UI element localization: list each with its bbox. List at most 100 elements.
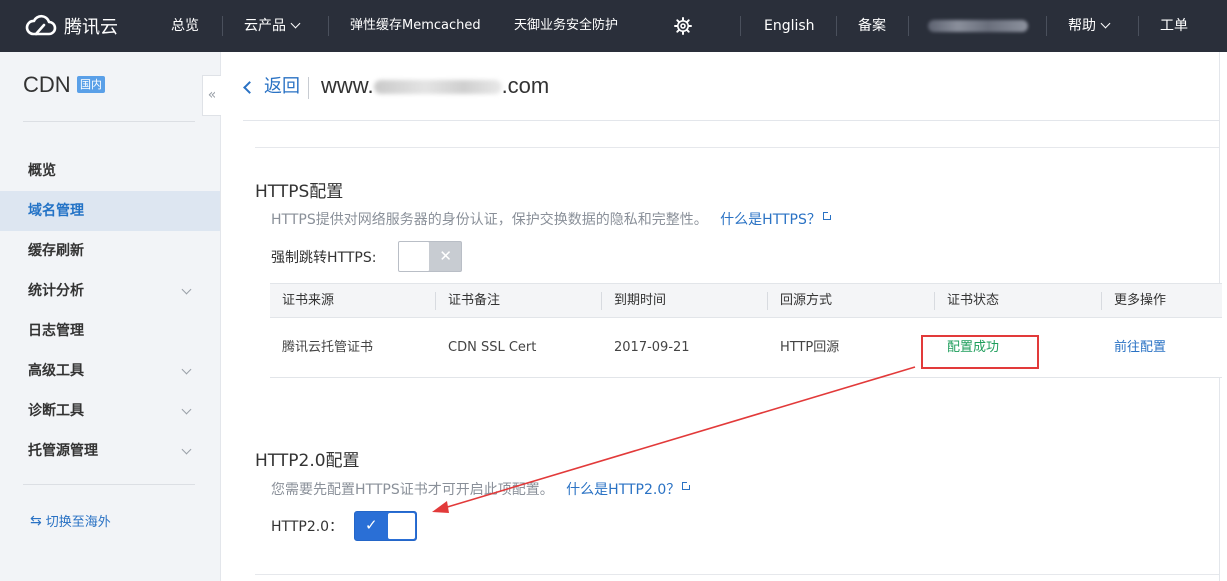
table-row: 腾讯云托管证书 CDN SSL Cert 2017-09-21 HTTP回源 配… bbox=[270, 318, 1222, 378]
column-header: 证书来源 bbox=[282, 293, 335, 308]
region-badge: 国内 bbox=[77, 76, 105, 93]
sidebar-title: CDN bbox=[23, 72, 71, 97]
sidebar-item-advanced-tools[interactable]: 高级工具 bbox=[0, 351, 220, 391]
nav-memcached[interactable]: 弹性缓存Memcached bbox=[350, 0, 481, 52]
sidebar-item-label: 托管源管理 bbox=[28, 443, 98, 459]
what-is-https-label: 什么是HTTPS？ bbox=[720, 212, 821, 228]
sidebar: CDN 国内 概览 域名管理 缓存刷新 统计分析 日志管理 高级工具 诊断工具 … bbox=[0, 52, 221, 581]
double-chevron-left-icon: « bbox=[207, 87, 217, 103]
nav-english[interactable]: English bbox=[764, 0, 815, 52]
sidebar-item-domain-management[interactable]: 域名管理 bbox=[0, 191, 220, 231]
nav-separator bbox=[328, 16, 329, 36]
sidebar-item-overview[interactable]: 概览 bbox=[0, 151, 220, 191]
sidebar-item-label: 缓存刷新 bbox=[28, 243, 84, 259]
toggle-knob bbox=[388, 513, 415, 539]
nav-help[interactable]: 帮助 bbox=[1068, 0, 1111, 52]
force-https-label: 强制跳转HTTPS: bbox=[271, 250, 377, 266]
chevron-left-icon bbox=[243, 80, 256, 94]
cloud-icon bbox=[25, 14, 57, 36]
section-divider bbox=[255, 147, 1219, 148]
nav-separator bbox=[1138, 16, 1139, 36]
external-link-icon bbox=[822, 211, 832, 220]
sidebar-item-label: 域名管理 bbox=[28, 203, 84, 219]
section-divider bbox=[255, 574, 1219, 575]
what-is-http2-link[interactable]: 什么是HTTP2.0？ bbox=[566, 481, 692, 498]
switch-region-link[interactable]: ⇆ 切换至海外 bbox=[30, 511, 111, 531]
column-header: 到期时间 bbox=[614, 293, 667, 308]
http2-label: HTTP2.0： bbox=[271, 519, 344, 535]
sidebar-item-diagnostics[interactable]: 诊断工具 bbox=[0, 391, 220, 431]
chevron-down-icon bbox=[1100, 18, 1111, 29]
header-divider bbox=[243, 120, 1219, 121]
nav-settings[interactable] bbox=[674, 0, 692, 52]
check-icon: ✓ bbox=[365, 516, 378, 534]
annotation-highlight-box bbox=[921, 335, 1039, 369]
switch-icon: ⇆ bbox=[30, 512, 42, 529]
sidebar-item-statistics[interactable]: 统计分析 bbox=[0, 271, 220, 311]
http2-description-text: 您需要先配置HTTPS证书才可开启此项配置。 bbox=[271, 482, 554, 498]
back-label: 返回 bbox=[264, 76, 300, 97]
nav-overview[interactable]: 总览 bbox=[171, 0, 199, 52]
sidebar-divider bbox=[23, 121, 195, 122]
logo[interactable]: 腾讯云 bbox=[24, 12, 118, 40]
what-is-http2-label: 什么是HTTP2.0？ bbox=[566, 482, 681, 498]
table-cell: 腾讯云托管证书 bbox=[282, 340, 374, 355]
collapse-sidebar-button[interactable]: « bbox=[202, 75, 221, 116]
close-icon: ✕ bbox=[439, 247, 452, 265]
nav-products[interactable]: 云产品 bbox=[244, 0, 301, 52]
chevron-down-icon bbox=[290, 18, 301, 29]
https-description-text: HTTPS提供对网络服务器的身份认证，保护交换数据的隐私和完整性。 bbox=[271, 212, 708, 228]
sidebar-item-label: 概览 bbox=[28, 163, 56, 179]
nav-products-label: 云产品 bbox=[244, 18, 286, 34]
http2-section-title: HTTP2.0配置 bbox=[255, 451, 360, 471]
sidebar-item-cache-refresh[interactable]: 缓存刷新 bbox=[0, 231, 220, 271]
nav-beian[interactable]: 备案 bbox=[858, 0, 886, 52]
sidebar-item-label: 统计分析 bbox=[28, 283, 84, 299]
nav-separator bbox=[1046, 16, 1047, 36]
sidebar-item-origin-hosting[interactable]: 托管源管理 bbox=[0, 431, 220, 471]
nav-separator bbox=[836, 16, 837, 36]
column-header: 更多操作 bbox=[1114, 293, 1167, 308]
nav-separator bbox=[222, 16, 223, 36]
domain-prefix: www. bbox=[321, 73, 374, 98]
table-header: 证书来源 证书备注 到期时间 回源方式 证书状态 更多操作 bbox=[270, 283, 1222, 318]
http2-toggle[interactable]: ✓ bbox=[354, 511, 417, 541]
domain-suffix: .com bbox=[501, 73, 550, 98]
top-nav: 腾讯云 总览 云产品 弹性缓存Memcached 天御业务安全防护 Englis… bbox=[0, 0, 1227, 52]
chevron-down-icon bbox=[181, 404, 192, 415]
nav-tianyu[interactable]: 天御业务安全防护 bbox=[514, 0, 618, 52]
https-description: HTTPS提供对网络服务器的身份认证，保护交换数据的隐私和完整性。 什么是HTT… bbox=[271, 209, 832, 229]
sidebar-divider bbox=[23, 484, 195, 485]
sidebar-item-logs[interactable]: 日志管理 bbox=[0, 311, 220, 351]
gear-icon bbox=[674, 17, 692, 35]
header-separator bbox=[308, 77, 309, 99]
switch-region-label: 切换至海外 bbox=[45, 515, 111, 530]
nav-separator bbox=[908, 16, 909, 36]
nav-help-label: 帮助 bbox=[1068, 18, 1096, 34]
nav-ticket[interactable]: 工单 bbox=[1160, 0, 1188, 52]
chevron-down-icon bbox=[181, 364, 192, 375]
force-https-toggle[interactable]: ✕ bbox=[398, 241, 462, 272]
sidebar-item-label: 高级工具 bbox=[28, 363, 84, 379]
what-is-https-link[interactable]: 什么是HTTPS？ bbox=[720, 211, 832, 228]
table-cell: HTTP回源 bbox=[780, 340, 840, 355]
table-cell: 2017-09-21 bbox=[614, 340, 690, 355]
sidebar-item-label: 诊断工具 bbox=[28, 403, 84, 419]
domain-redacted bbox=[373, 80, 502, 95]
nav-separator bbox=[740, 16, 741, 36]
external-link-icon bbox=[682, 481, 692, 490]
column-header: 证书状态 bbox=[947, 293, 1000, 308]
column-header: 证书备注 bbox=[448, 293, 501, 308]
logo-text: 腾讯云 bbox=[64, 17, 118, 38]
table-cell: CDN SSL Cert bbox=[448, 340, 537, 355]
domain-title: www. .com bbox=[321, 73, 549, 99]
chevron-down-icon bbox=[181, 284, 192, 295]
chevron-down-icon bbox=[181, 444, 192, 455]
back-button[interactable]: 返回 bbox=[242, 75, 300, 99]
account-name-redacted[interactable] bbox=[928, 20, 1028, 32]
toggle-knob bbox=[399, 242, 429, 271]
http2-description: 您需要先配置HTTPS证书才可开启此项配置。 什么是HTTP2.0？ bbox=[271, 479, 692, 499]
column-header: 回源方式 bbox=[780, 293, 833, 308]
sidebar-item-label: 日志管理 bbox=[28, 323, 84, 339]
goto-config-link[interactable]: 前往配置 bbox=[1102, 318, 1166, 378]
